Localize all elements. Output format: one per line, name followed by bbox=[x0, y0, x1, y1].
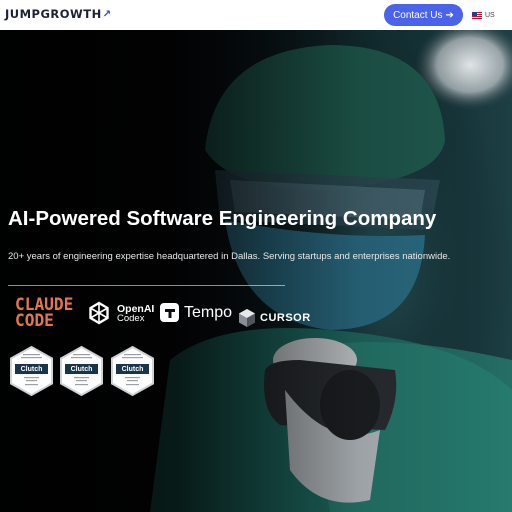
clutch-badge-label: Clutch bbox=[121, 365, 144, 373]
logo-text: JUMPGROWTH bbox=[5, 7, 102, 21]
codex-label: Codex bbox=[117, 313, 145, 324]
hero-dark-overlay bbox=[0, 30, 512, 512]
hero-subtitle: 20+ years of engineering expertise headq… bbox=[8, 251, 451, 262]
openai-codex-logo: OpenAI Codex bbox=[85, 300, 154, 328]
us-flag-icon bbox=[472, 11, 482, 19]
tempo-logo: Tempo bbox=[160, 303, 232, 322]
contact-us-button[interactable]: Contact Us ➔ bbox=[384, 4, 463, 26]
tempo-label: Tempo bbox=[184, 303, 233, 321]
claude-code-line2: CODE bbox=[15, 311, 54, 331]
clutch-award-badge[interactable]: Clutch bbox=[59, 346, 104, 396]
clutch-badge-label: Clutch bbox=[20, 365, 43, 373]
cursor-label: CURSOR bbox=[260, 312, 311, 324]
hero-title: AI-Powered Software Engineering Company bbox=[8, 207, 437, 230]
clutch-award-badge[interactable]: Clutch bbox=[110, 346, 155, 396]
language-code: US bbox=[485, 11, 495, 19]
clutch-award-badge[interactable]: Clutch bbox=[9, 346, 54, 396]
language-selector[interactable]: US bbox=[472, 8, 495, 22]
tempo-icon bbox=[160, 303, 179, 322]
contact-us-label: Contact Us bbox=[393, 9, 443, 21]
jumpgrowth-logo[interactable]: JUMPGROWTH ↗ bbox=[5, 7, 112, 21]
hero-section: AI-Powered Software Engineering Company … bbox=[0, 30, 512, 512]
clutch-badge-label: Clutch bbox=[70, 365, 93, 373]
openai-icon bbox=[89, 301, 109, 325]
cursor-logo: CURSOR bbox=[238, 308, 311, 328]
logo-arrow-icon: ↗ bbox=[102, 8, 112, 20]
hero-divider bbox=[8, 285, 285, 286]
arrow-right-icon: ➔ bbox=[445, 9, 454, 21]
cursor-cube-icon bbox=[239, 309, 255, 327]
site-header: JUMPGROWTH ↗ Contact Us ➔ US bbox=[0, 0, 512, 30]
claude-code-logo: CLAUDE CODE bbox=[15, 297, 73, 331]
